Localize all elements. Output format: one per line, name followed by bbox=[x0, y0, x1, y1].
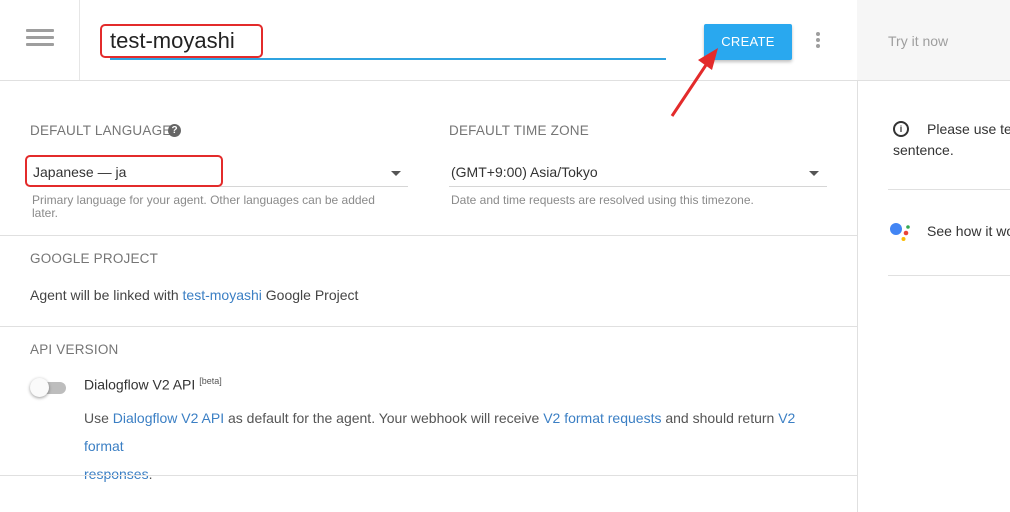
divider bbox=[0, 475, 857, 476]
time-zone-hint: Date and time requests are resolved usin… bbox=[451, 193, 754, 207]
annotation-box-agent-name bbox=[100, 24, 263, 58]
time-zone-select-value: (GMT+9:00) Asia/Tokyo bbox=[451, 164, 598, 180]
v2-format-requests-link[interactable]: V2 format requests bbox=[543, 410, 661, 426]
chevron-down-icon[interactable] bbox=[809, 171, 819, 176]
api-version-label: API VERSION bbox=[30, 342, 119, 357]
v2-api-toggle-knob[interactable] bbox=[30, 378, 49, 397]
v2-api-toggle-label: Dialogflow V2 API bbox=[84, 376, 196, 393]
divider bbox=[0, 326, 857, 327]
default-time-zone-label: DEFAULT TIME ZONE bbox=[449, 123, 589, 138]
assistant-text: See how it wo bbox=[927, 223, 1010, 239]
v2-desc-3: and should return bbox=[661, 410, 779, 426]
info-text-line-2: sentence. bbox=[893, 142, 954, 158]
language-hint: Primary language for your agent. Other l… bbox=[32, 193, 375, 220]
annotation-arrow-icon bbox=[670, 48, 718, 117]
google-project-text: Agent will be linked with test-moyashi G… bbox=[30, 287, 358, 303]
chevron-down-icon[interactable] bbox=[391, 171, 401, 176]
v2-api-title: Dialogflow V2 API [beta] bbox=[84, 376, 222, 393]
v2-desc-1: Use bbox=[84, 410, 113, 426]
divider bbox=[0, 235, 857, 236]
dialogflow-v2-api-link[interactable]: Dialogflow V2 API bbox=[113, 410, 224, 426]
info-text-line-1: Please use te bbox=[927, 121, 1010, 137]
hamburger-menu-icon[interactable] bbox=[0, 0, 79, 80]
v2-desc-4: . bbox=[148, 466, 153, 482]
annotation-box-language bbox=[25, 155, 223, 187]
google-project-text-before: Agent will be linked with bbox=[30, 287, 183, 303]
google-project-text-after: Google Project bbox=[261, 287, 359, 303]
google-assistant-icon bbox=[890, 223, 910, 241]
divider bbox=[888, 189, 1010, 190]
default-language-label: DEFAULT LANGUAGE bbox=[30, 123, 172, 138]
info-icon: i bbox=[893, 121, 909, 137]
beta-badge: [beta] bbox=[199, 376, 222, 386]
v2-desc-2: as default for the agent. Your webhook w… bbox=[224, 410, 544, 426]
divider bbox=[888, 275, 1010, 276]
help-icon[interactable]: ? bbox=[168, 124, 181, 137]
google-project-link[interactable]: test-moyashi bbox=[183, 287, 262, 303]
google-project-label: GOOGLE PROJECT bbox=[30, 251, 159, 266]
try-it-now-input[interactable]: Try it now bbox=[888, 33, 948, 49]
responses-link[interactable]: responses bbox=[84, 466, 149, 482]
